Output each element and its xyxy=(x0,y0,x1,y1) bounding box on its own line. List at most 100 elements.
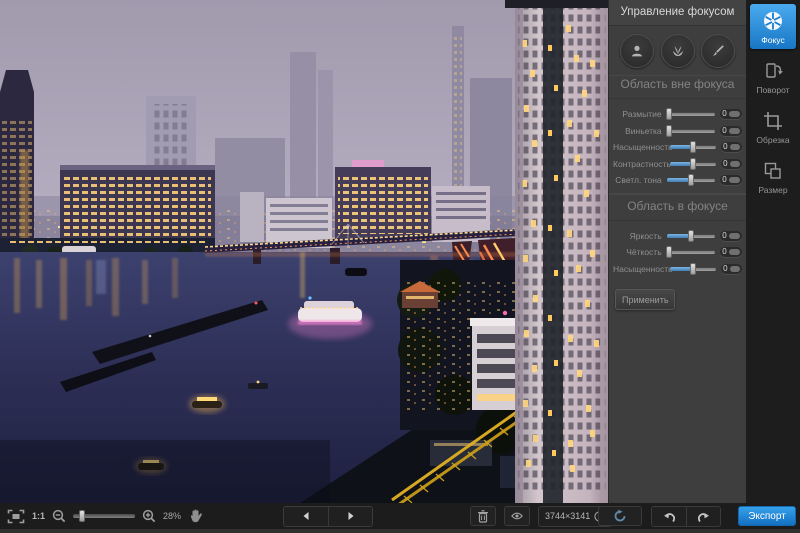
value-box[interactable]: 0 xyxy=(720,109,742,119)
next-image-button[interactable] xyxy=(328,507,372,526)
tab-resize[interactable]: Размер xyxy=(750,154,796,199)
photo-canvas[interactable] xyxy=(0,0,608,503)
slider-row-saturation-in: Насыщенность 0 xyxy=(609,261,746,278)
show-original-button[interactable] xyxy=(504,506,530,526)
eye-icon xyxy=(511,511,523,521)
zoom-in-button[interactable] xyxy=(142,509,156,523)
resize-icon xyxy=(762,160,784,182)
undo-button[interactable] xyxy=(652,507,686,526)
brush-tool-button[interactable] xyxy=(701,34,735,68)
zoom-in-icon xyxy=(142,509,156,523)
slider-label: Виньетка xyxy=(613,126,662,136)
slider-thumb[interactable] xyxy=(690,263,696,275)
slider-thumb[interactable] xyxy=(666,125,672,137)
hand-icon xyxy=(188,508,203,524)
trash-icon xyxy=(477,510,489,523)
dimensions-text: 3744×3141 xyxy=(545,511,590,521)
slider-row-brightness: Яркость 0 xyxy=(609,228,746,245)
tab-crop[interactable]: Обрезка xyxy=(750,104,796,149)
macro-flower-icon xyxy=(670,43,686,59)
tab-label: Обрезка xyxy=(756,135,789,145)
slider-thumb[interactable] xyxy=(690,141,696,153)
tab-rotate[interactable]: Поворот xyxy=(750,54,796,99)
value-box[interactable]: 0 xyxy=(720,175,742,185)
photo-editor-window: Управление фокусом Обл xyxy=(0,0,800,533)
zoom-slider-thumb[interactable] xyxy=(79,510,85,522)
focus-tool-row xyxy=(609,26,746,75)
panel-title: Управление фокусом xyxy=(609,0,746,26)
slider-label: Насыщенность xyxy=(613,264,665,274)
slider-thumb[interactable] xyxy=(666,108,672,120)
zoom-out-icon xyxy=(52,509,66,523)
slider-row-highlights: Светл. тона 0 xyxy=(609,172,746,189)
arrow-right-icon xyxy=(346,511,356,521)
sharpness-slider[interactable] xyxy=(667,250,716,254)
value-box[interactable]: 0 xyxy=(720,247,742,257)
blur-slider[interactable] xyxy=(667,112,716,116)
apply-button[interactable]: Применить xyxy=(615,289,675,310)
hand-tool-button[interactable] xyxy=(188,508,203,524)
slider-thumb[interactable] xyxy=(690,158,696,170)
zoom-slider[interactable] xyxy=(73,514,135,518)
rotate-view-button[interactable] xyxy=(598,506,642,526)
slider-label: Светл. тона xyxy=(613,175,662,185)
section-out-of-focus-heading: Область вне фокуса xyxy=(609,75,746,99)
value-box[interactable]: 0 xyxy=(721,159,742,169)
export-area: Экспорт xyxy=(738,503,796,529)
highlights-slider[interactable] xyxy=(667,178,716,182)
tab-label: Фокус xyxy=(761,35,784,45)
slider-label: Контрастность xyxy=(613,159,665,169)
value-box[interactable]: 0 xyxy=(720,231,742,241)
slider-thumb[interactable] xyxy=(688,174,694,186)
previous-image-button[interactable] xyxy=(284,507,328,526)
slider-thumb[interactable] xyxy=(666,246,672,258)
file-actions: 3744×3141 xyxy=(470,503,612,529)
undo-icon xyxy=(663,511,676,522)
macro-tool-button[interactable] xyxy=(661,34,695,68)
redo-icon xyxy=(697,511,710,522)
history-actions xyxy=(598,503,721,529)
fit-screen-icon xyxy=(7,509,25,524)
rotate-icon xyxy=(762,60,784,82)
undo-redo-group xyxy=(651,506,721,527)
image-navigation xyxy=(283,503,373,529)
saturation-in-slider[interactable] xyxy=(670,267,716,271)
zoom-out-button[interactable] xyxy=(52,509,66,523)
tab-label: Поворот xyxy=(756,85,789,95)
brightness-slider[interactable] xyxy=(667,234,716,238)
zoom-controls: 1:1 28% xyxy=(7,503,203,529)
aperture-icon xyxy=(762,10,784,32)
zoom-percent: 28% xyxy=(163,511,181,521)
slider-label: Размытие xyxy=(613,109,662,119)
slider-row-saturation-out: Насыщенность 0 xyxy=(609,139,746,156)
vignette-slider[interactable] xyxy=(667,129,716,133)
crop-icon xyxy=(762,110,784,132)
delete-button[interactable] xyxy=(470,506,496,526)
photo-image xyxy=(0,0,608,503)
value-box[interactable]: 0 xyxy=(721,142,742,152)
redo-button[interactable] xyxy=(686,507,720,526)
circular-arrow-icon xyxy=(613,509,627,523)
slider-thumb[interactable] xyxy=(688,230,694,242)
brush-icon xyxy=(710,43,726,59)
value-box[interactable]: 0 xyxy=(721,264,742,274)
fit-to-screen-button[interactable] xyxy=(7,509,25,524)
portrait-tool-button[interactable] xyxy=(620,34,654,68)
slider-row-vignette: Виньетка 0 xyxy=(609,123,746,140)
slider-row-blur: Размытие 0 xyxy=(609,106,746,123)
bottom-toolbar: 1:1 28% xyxy=(0,503,800,533)
export-button[interactable]: Экспорт xyxy=(738,506,796,526)
slider-row-contrast: Контрастность 0 xyxy=(609,156,746,173)
contrast-slider[interactable] xyxy=(670,162,716,166)
actual-size-button[interactable]: 1:1 xyxy=(32,511,45,521)
focus-control-panel: Управление фокусом Обл xyxy=(608,0,746,503)
nav-button-group xyxy=(283,506,373,527)
tab-label: Размер xyxy=(758,185,787,195)
value-box[interactable]: 0 xyxy=(720,126,742,136)
slider-label: Насыщенность xyxy=(613,142,665,152)
slider-row-sharpness: Чёткость 0 xyxy=(609,244,746,261)
saturation-out-slider[interactable] xyxy=(670,145,716,149)
tab-focus[interactable]: Фокус xyxy=(750,4,796,49)
section-in-focus-heading: Область в фокусе xyxy=(609,193,746,221)
portrait-person-icon xyxy=(629,43,645,59)
